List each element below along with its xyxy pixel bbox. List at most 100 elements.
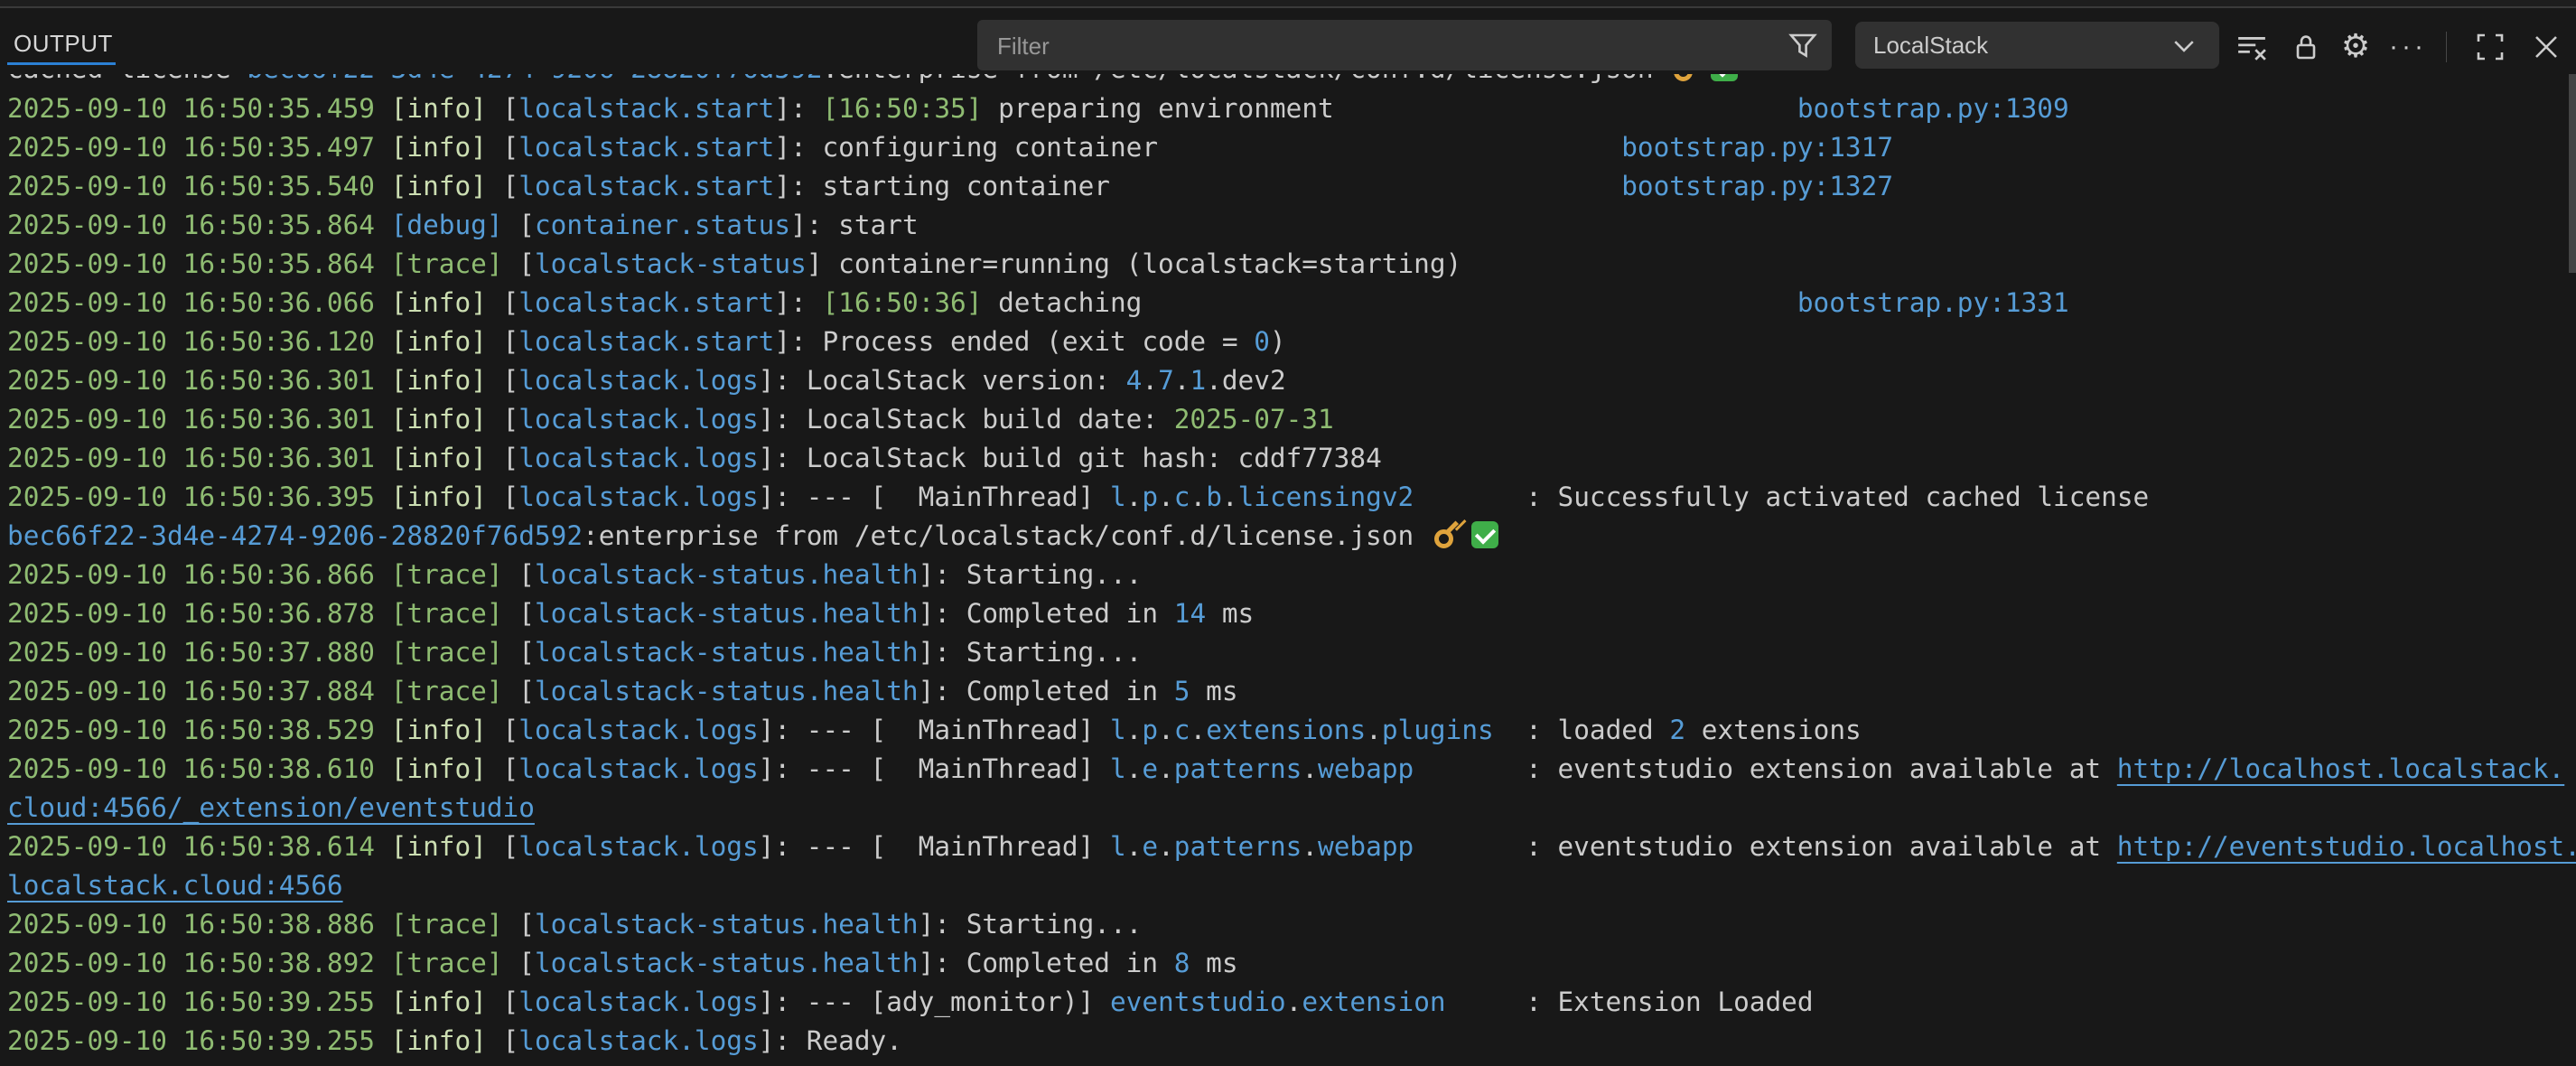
panel-top-sash[interactable] [0, 0, 2576, 8]
log-text: . [1126, 753, 1143, 784]
log-text: [ [487, 404, 518, 435]
log-line: 2025-09-10 16:50:38.614 [info] [localsta… [0, 828, 2576, 866]
log-text: localstack-status.health [535, 948, 919, 978]
log-text: 14 [1174, 598, 1206, 629]
log-text: [ [503, 637, 535, 668]
log-line: 2025-09-10 16:50:39.255 [info] [localsta… [0, 1022, 2576, 1061]
log-text [375, 987, 391, 1017]
log-line: 2025-09-10 16:50:36.066 [info] [localsta… [0, 284, 2576, 323]
url-link[interactable]: localstack.cloud:4566 [7, 870, 343, 901]
log-text: localstack.start [518, 171, 774, 201]
key-emoji [1673, 74, 1703, 82]
output-channel-select[interactable]: LocalStack [1855, 22, 2219, 69]
log-text: : Successfully activated cached license [1414, 482, 2149, 512]
filter-input[interactable] [995, 20, 1776, 72]
log-text: ]: LocalStack build date: [759, 404, 1174, 435]
log: cached license bec66f22-3d4e-4274-9206-2… [0, 74, 2576, 1061]
log-text: b [1206, 482, 1222, 512]
log-line: localstack.cloud:4566 [0, 866, 2576, 905]
log-text: eventstudio [1110, 987, 1286, 1017]
log-text: :enterprise from /etc/localstack/conf.d/… [583, 520, 1430, 551]
scrollbar-thumb[interactable] [2569, 74, 2576, 273]
log-text: . [1126, 482, 1143, 512]
log-text: ]: --- [ MainThread] [759, 482, 1110, 512]
log-text: [info] [391, 715, 487, 745]
log-text: . [1190, 715, 1206, 745]
log-text: 2025-09-10 16:50:36.301 [7, 365, 375, 396]
log-text: . [1158, 482, 1174, 512]
log-text: [ [487, 753, 518, 784]
check-mark-emoji [1471, 521, 1498, 548]
log-text: . [1126, 715, 1143, 745]
log-text: [ [487, 482, 518, 512]
filter-icon [1788, 31, 1817, 60]
url-link[interactable]: http://eventstudio.localhost. [2117, 831, 2576, 862]
log-text: patterns [1174, 753, 1302, 784]
log-line: 2025-09-10 16:50:36.301 [info] [localsta… [0, 439, 2576, 478]
log-text: [info] [391, 132, 487, 163]
source-file-link[interactable]: bootstrap.py:1331 [1797, 287, 2069, 318]
log-line: 2025-09-10 16:50:38.886 [trace] [localst… [0, 905, 2576, 944]
log-text [375, 404, 391, 435]
log-line: 2025-09-10 16:50:39.255 [info] [localsta… [0, 983, 2576, 1022]
log-line: 2025-09-10 16:50:38.610 [info] [localsta… [0, 750, 2576, 789]
source-file-link[interactable]: bootstrap.py:1327 [1621, 171, 1893, 201]
log-text: [trace] [391, 676, 503, 706]
log-text: : loaded [1494, 715, 1670, 745]
log-text: [info] [391, 365, 487, 396]
source-file-link[interactable]: bootstrap.py:1309 [1797, 93, 2069, 124]
settings-gear-button[interactable]: ⚙ [2338, 29, 2374, 65]
log-text: 2025-09-10 16:50:36.120 [7, 326, 375, 357]
chevron-down-icon [2172, 34, 2196, 58]
log-text: 2025-09-10 16:50:39.255 [7, 1025, 375, 1056]
log-text: localstack-status [535, 248, 807, 279]
log-text: 8 [1174, 948, 1190, 978]
log-text: localstack.start [518, 326, 774, 357]
log-text: [info] [391, 404, 487, 435]
log-text: : Extension Loaded [1446, 987, 1814, 1017]
log-line: 2025-09-10 16:50:36.301 [info] [localsta… [0, 400, 2576, 439]
log-text: [16:50:35] [822, 93, 982, 124]
log-text: container.status [535, 210, 790, 240]
maximize-panel-button[interactable] [2472, 29, 2508, 65]
log-text: ]: start [790, 210, 919, 240]
filter-box [977, 20, 1832, 70]
url-link[interactable]: cloud:4566/_extension/eventstudio [7, 792, 535, 823]
log-line: bec66f22-3d4e-4274-9206-28820f76d592:ent… [0, 517, 2576, 556]
source-file-link[interactable]: bootstrap.py:1317 [1621, 132, 1893, 163]
log-text [375, 248, 391, 279]
log-text: 2025-09-10 16:50:38.614 [7, 831, 375, 862]
log-text: 2025-09-10 16:50:35.459 [7, 93, 375, 124]
log-text: . [1302, 753, 1318, 784]
log-line: cloud:4566/_extension/eventstudio [0, 789, 2576, 828]
log-text: ]: Completed in [919, 598, 1174, 629]
log-text: localstack-status.health [535, 598, 919, 629]
close-panel-button[interactable] [2528, 29, 2564, 65]
log-text: ]: Starting... [919, 909, 1143, 940]
log-text: p [1142, 715, 1158, 745]
log-text: ms [1206, 598, 1254, 629]
url-link[interactable]: http://localhost.localstack. [2117, 753, 2564, 784]
tab-output[interactable]: OUTPUT [14, 30, 113, 58]
more-actions-button[interactable]: ··· [2390, 29, 2426, 65]
active-tab-underline [7, 62, 116, 65]
log-text: 2025-09-10 16:50:36.301 [7, 443, 375, 473]
log-line: 2025-09-10 16:50:35.540 [info] [localsta… [0, 167, 2576, 206]
log-text: 2025-09-10 16:50:38.610 [7, 753, 375, 784]
log-text: .dev2 [1206, 365, 1285, 396]
clear-output-button[interactable] [2234, 29, 2270, 65]
log-text: [ [487, 171, 518, 201]
scroll-lock-button[interactable] [2288, 29, 2324, 65]
log-line: 2025-09-10 16:50:35.497 [info] [localsta… [0, 128, 2576, 167]
log-text [375, 715, 391, 745]
log-text: [ [503, 210, 535, 240]
log-text: ]: Starting... [919, 637, 1143, 668]
check-mark-emoji [1711, 74, 1738, 81]
log-text: e [1142, 831, 1158, 862]
log-text: . [1190, 482, 1206, 512]
log-text: [trace] [391, 948, 503, 978]
log-text: 2025-09-10 16:50:36.066 [7, 287, 375, 318]
log-text [375, 948, 391, 978]
log-text: 2025-09-10 16:50:38.886 [7, 909, 375, 940]
log-text: ms [1190, 676, 1237, 706]
